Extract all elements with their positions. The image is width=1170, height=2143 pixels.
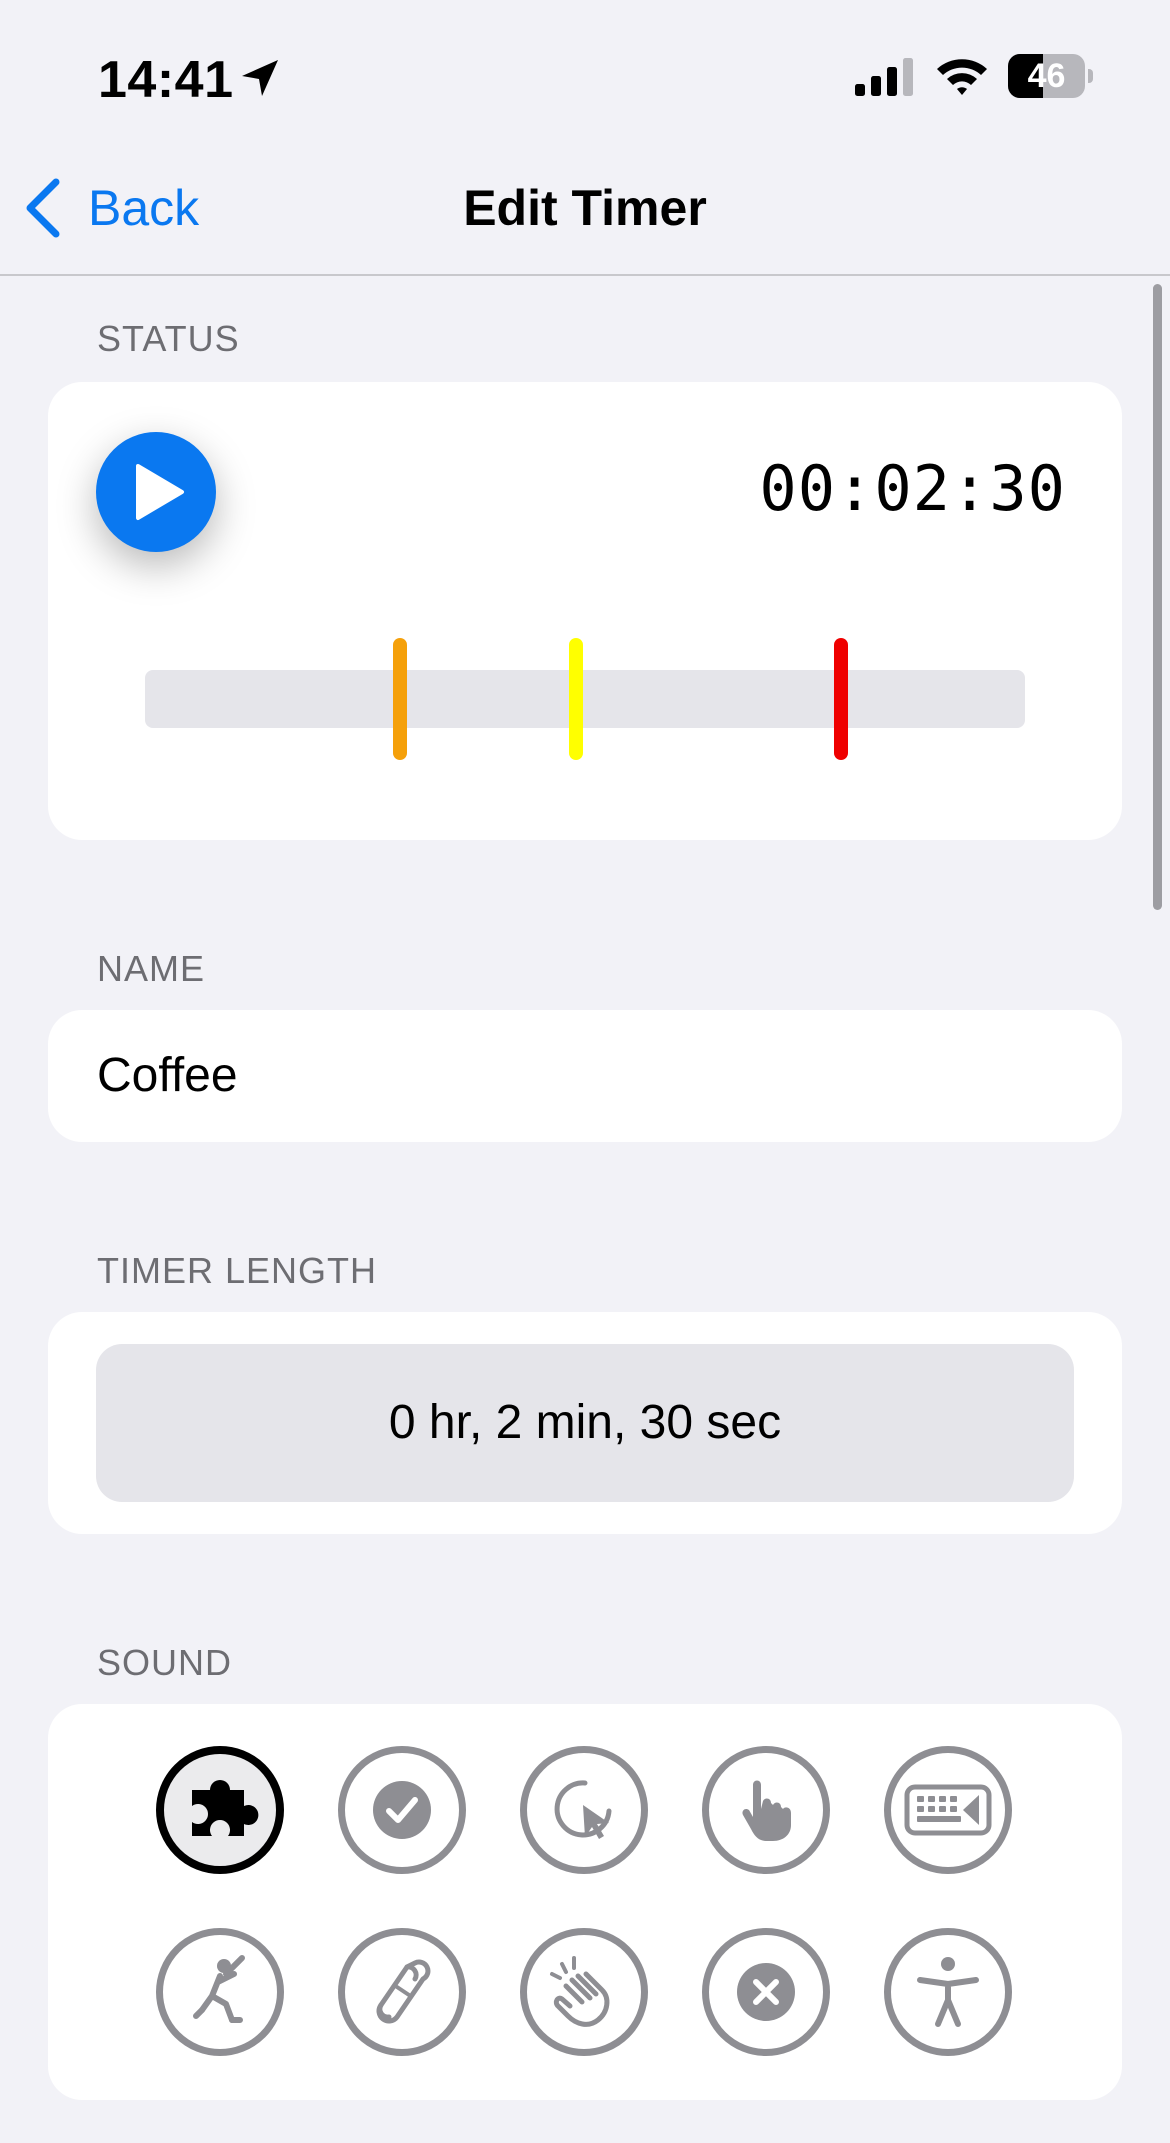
play-button[interactable] — [96, 432, 216, 552]
back-button[interactable]: Back — [22, 176, 199, 240]
timer-length-card: 0 hr, 2 min, 30 sec — [48, 1312, 1122, 1534]
name-section-header: NAME — [97, 948, 206, 989]
scroll-indicator[interactable] — [1153, 284, 1162, 910]
battery-indicator: 46 — [1008, 54, 1093, 98]
cell-signal-icon — [855, 58, 913, 96]
sound-option-accessibility[interactable] — [884, 1928, 1012, 2056]
navigation-bar: Edit Timer Back — [0, 140, 1170, 276]
name-card[interactable]: Coffee — [48, 1010, 1122, 1142]
chevron-left-icon — [26, 178, 60, 238]
countdown-display: 00:02:30 — [759, 452, 1066, 525]
keyboard-icon — [904, 1784, 992, 1836]
play-icon — [136, 464, 184, 520]
baseball-batter-icon — [193, 1955, 245, 2023]
status-section-header: STATUS — [97, 318, 240, 359]
location-arrow-icon — [242, 60, 278, 96]
sound-section-header: SOUND — [97, 1642, 233, 1683]
wifi-icon — [937, 59, 987, 95]
status-time: 14:41 — [98, 51, 234, 109]
progress-track — [145, 670, 1025, 728]
sound-option-clapping-hands[interactable] — [520, 1928, 648, 2056]
red-marker — [834, 638, 848, 760]
checkmark-circle-icon — [373, 1781, 431, 1839]
status-bar: 14:41 46 — [0, 0, 1170, 140]
sound-option-keyboard[interactable] — [884, 1746, 1012, 1874]
sound-card — [48, 1704, 1122, 2100]
cursor-click-icon — [554, 1780, 612, 1839]
accessibility-figure-icon — [917, 1957, 979, 2027]
sound-option-baseball-batter[interactable] — [156, 1928, 284, 2056]
scroll-icon — [376, 1959, 431, 2024]
status-card: 00:02:30 — [48, 382, 1122, 840]
pointing-hand-icon — [742, 1780, 791, 1841]
puzzle-piece-icon — [192, 1780, 259, 1836]
yellow-marker — [569, 638, 583, 760]
timer-length-button[interactable]: 0 hr, 2 min, 30 sec — [96, 1344, 1074, 1502]
sound-option-puzzle[interactable] — [156, 1746, 284, 1874]
sound-option-x[interactable] — [702, 1928, 830, 2056]
name-field[interactable]: Coffee — [97, 1010, 238, 1142]
sound-option-checkmark[interactable] — [338, 1746, 466, 1874]
sound-option-scroll[interactable] — [338, 1928, 466, 2056]
back-label: Back — [88, 180, 200, 236]
sound-option-cursor-click[interactable] — [520, 1746, 648, 1874]
clapping-hands-icon — [550, 1956, 610, 2027]
battery-level: 46 — [1027, 57, 1066, 95]
timer-length-section-header: TIMER LENGTH — [97, 1250, 378, 1291]
x-circle-icon — [737, 1963, 795, 2021]
sound-option-pointing-hand[interactable] — [702, 1746, 830, 1874]
orange-marker — [393, 638, 407, 760]
